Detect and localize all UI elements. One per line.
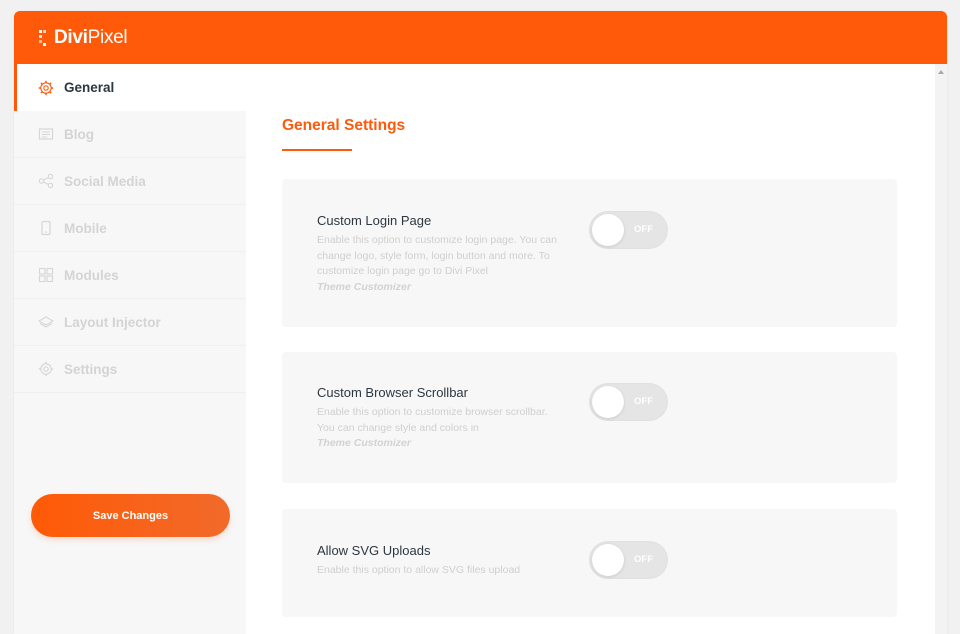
setting-title: Allow SVG Uploads xyxy=(317,543,431,558)
browser-scrollbar-toggle[interactable]: OFF xyxy=(589,383,668,421)
gear-icon xyxy=(38,361,54,377)
sidebar-item-blog[interactable]: Blog xyxy=(14,111,246,158)
sidebar-item-social-media[interactable]: Social Media xyxy=(14,158,246,205)
save-changes-button[interactable]: Save Changes xyxy=(31,494,230,537)
sidebar-item-label: Mobile xyxy=(64,220,107,236)
toggle-state: OFF xyxy=(634,224,653,235)
sidebar-item-label: Blog xyxy=(64,126,94,142)
sidebar-item-mobile[interactable]: Mobile xyxy=(14,205,246,252)
setting-description: Enable this option to customize login pa… xyxy=(317,233,565,295)
sidebar-item-label: Layout Injector xyxy=(64,314,161,330)
setting-description-text: Enable this option to customize browser … xyxy=(317,406,548,434)
toggle-state: OFF xyxy=(634,554,653,565)
sidebar-item-label: Settings xyxy=(64,361,118,377)
logo-divi-text: Divi xyxy=(54,27,88,48)
logo-pixel-text: Pixel xyxy=(87,27,128,48)
modules-icon xyxy=(38,267,54,283)
layers-icon xyxy=(38,314,54,330)
sidebar-item-label: Social Media xyxy=(64,173,146,189)
setting-description-text: Enable this option to allow SVG files up… xyxy=(317,564,521,576)
logo-pixel-icon xyxy=(39,29,53,47)
mobile-icon xyxy=(38,220,54,236)
setting-title: Custom Login Page xyxy=(317,213,432,228)
sidebar-item-settings[interactable]: Settings xyxy=(14,346,246,393)
vertical-scrollbar[interactable] xyxy=(935,64,947,634)
setting-card-custom-login: Custom Login Page Enable this option to … xyxy=(282,179,897,327)
toggle-state: OFF xyxy=(634,396,653,407)
theme-customizer-link[interactable]: Theme Customizer xyxy=(317,436,565,452)
sidebar-item-label: Modules xyxy=(64,267,119,283)
setting-card-browser-scrollbar: Custom Browser Scrollbar Enable this opt… xyxy=(282,352,897,483)
theme-customizer-link[interactable]: Theme Customizer xyxy=(317,280,565,296)
page-title: General Settings xyxy=(282,117,406,134)
divipixel-logo[interactable]: DiviPixel xyxy=(39,26,128,50)
blog-icon xyxy=(38,126,54,142)
gear-icon xyxy=(38,80,54,96)
toggle-knob xyxy=(592,214,624,246)
main-content: General Settings Custom Login Page Enabl… xyxy=(246,64,935,634)
share-icon xyxy=(38,173,54,189)
custom-login-toggle[interactable]: OFF xyxy=(589,211,668,249)
sidebar-item-modules[interactable]: Modules xyxy=(14,252,246,299)
sidebar-item-general[interactable]: General xyxy=(14,64,246,111)
setting-description: Enable this option to allow SVG files up… xyxy=(317,563,617,579)
setting-card-svg-uploads: Allow SVG Uploads Enable this option to … xyxy=(282,509,897,617)
sidebar: General Blog Social Media Mobile Modules xyxy=(14,64,246,634)
sidebar-item-layout-injector[interactable]: Layout Injector xyxy=(14,299,246,346)
toggle-knob xyxy=(592,386,624,418)
svg-uploads-toggle[interactable]: OFF xyxy=(589,541,668,579)
setting-description-text: Enable this option to customize login pa… xyxy=(317,234,557,277)
sidebar-item-label: General xyxy=(64,80,115,95)
settings-panel: DiviPixel General Blog Social Media Mobi… xyxy=(14,11,947,634)
setting-title: Custom Browser Scrollbar xyxy=(317,385,468,400)
header-bar: DiviPixel xyxy=(14,11,947,64)
toggle-knob xyxy=(592,544,624,576)
title-underline xyxy=(282,149,352,151)
setting-description: Enable this option to customize browser … xyxy=(317,405,565,452)
scroll-up-arrow-icon[interactable] xyxy=(938,70,944,74)
